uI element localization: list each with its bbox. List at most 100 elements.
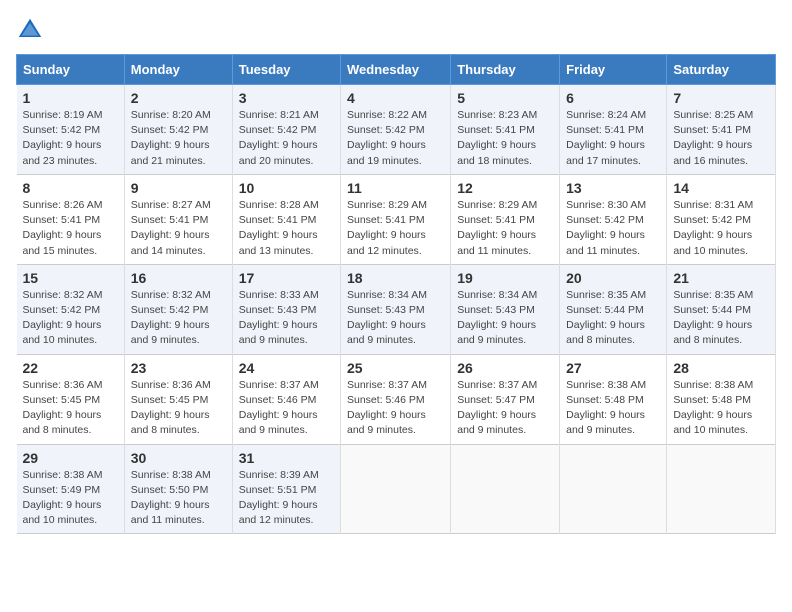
calendar-cell: 31 Sunrise: 8:39 AM Sunset: 5:51 PM Dayli…: [232, 444, 340, 534]
day-info: Sunrise: 8:34 AM Sunset: 5:43 PM Dayligh…: [347, 288, 444, 349]
day-info: Sunrise: 8:25 AM Sunset: 5:41 PM Dayligh…: [673, 108, 769, 169]
day-info: Sunrise: 8:36 AM Sunset: 5:45 PM Dayligh…: [131, 378, 226, 439]
day-number: 15: [23, 270, 118, 286]
day-info: Sunrise: 8:38 AM Sunset: 5:48 PM Dayligh…: [673, 378, 769, 439]
day-number: 6: [566, 90, 660, 106]
calendar-cell: 13 Sunrise: 8:30 AM Sunset: 5:42 PM Dayli…: [560, 174, 667, 264]
calendar-cell: 29 Sunrise: 8:38 AM Sunset: 5:49 PM Dayli…: [17, 444, 125, 534]
day-number: 7: [673, 90, 769, 106]
day-number: 4: [347, 90, 444, 106]
day-info: Sunrise: 8:38 AM Sunset: 5:48 PM Dayligh…: [566, 378, 660, 439]
calendar-week-row: 8Sunrise: 8:26 AM Sunset: 5:41 PM Daylig…: [17, 174, 776, 264]
calendar-cell: 10Sunrise: 8:28 AM Sunset: 5:41 PM Dayli…: [232, 174, 340, 264]
day-info: Sunrise: 8:24 AM Sunset: 5:41 PM Dayligh…: [566, 108, 660, 169]
day-number: 19: [457, 270, 553, 286]
calendar-cell: 9 Sunrise: 8:27 AM Sunset: 5:41 PM Daylig…: [124, 174, 232, 264]
weekday-header-friday: Friday: [560, 55, 667, 85]
day-info: Sunrise: 8:36 AM Sunset: 5:45 PM Dayligh…: [23, 378, 118, 439]
day-info: Sunrise: 8:19 AM Sunset: 5:42 PM Dayligh…: [23, 108, 118, 169]
calendar-cell: 8Sunrise: 8:26 AM Sunset: 5:41 PM Daylig…: [17, 174, 125, 264]
day-number: 21: [673, 270, 769, 286]
calendar-week-row: 15 Sunrise: 8:32 AM Sunset: 5:42 PM Dayli…: [17, 264, 776, 354]
weekday-header-sunday: Sunday: [17, 55, 125, 85]
calendar-table: SundayMondayTuesdayWednesdayThursdayFrid…: [16, 54, 776, 534]
day-info: Sunrise: 8:30 AM Sunset: 5:42 PM Dayligh…: [566, 198, 660, 259]
day-info: Sunrise: 8:22 AM Sunset: 5:42 PM Dayligh…: [347, 108, 444, 169]
day-info: Sunrise: 8:23 AM Sunset: 5:41 PM Dayligh…: [457, 108, 553, 169]
day-info: Sunrise: 8:37 AM Sunset: 5:46 PM Dayligh…: [347, 378, 444, 439]
day-number: 2: [131, 90, 226, 106]
day-info: Sunrise: 8:27 AM Sunset: 5:41 PM Dayligh…: [131, 198, 226, 259]
calendar-cell: 24 Sunrise: 8:37 AM Sunset: 5:46 PM Dayli…: [232, 354, 340, 444]
day-info: Sunrise: 8:38 AM Sunset: 5:49 PM Dayligh…: [23, 468, 118, 529]
calendar-cell: 23 Sunrise: 8:36 AM Sunset: 5:45 PM Dayli…: [124, 354, 232, 444]
day-info: Sunrise: 8:38 AM Sunset: 5:50 PM Dayligh…: [131, 468, 226, 529]
calendar-cell: [667, 444, 776, 534]
calendar-week-row: 1 Sunrise: 8:19 AM Sunset: 5:42 PM Daylig…: [17, 85, 776, 175]
day-number: 1: [23, 90, 118, 106]
calendar-cell: 5Sunrise: 8:23 AM Sunset: 5:41 PM Daylig…: [451, 85, 560, 175]
calendar-cell: 18 Sunrise: 8:34 AM Sunset: 5:43 PM Dayli…: [341, 264, 451, 354]
logo-icon: [16, 16, 44, 44]
day-number: 30: [131, 450, 226, 466]
day-number: 28: [673, 360, 769, 376]
calendar-cell: 22Sunrise: 8:36 AM Sunset: 5:45 PM Dayli…: [17, 354, 125, 444]
day-info: Sunrise: 8:21 AM Sunset: 5:42 PM Dayligh…: [239, 108, 334, 169]
calendar-cell: 12 Sunrise: 8:29 AM Sunset: 5:41 PM Dayli…: [451, 174, 560, 264]
day-info: Sunrise: 8:37 AM Sunset: 5:47 PM Dayligh…: [457, 378, 553, 439]
day-number: 20: [566, 270, 660, 286]
day-info: Sunrise: 8:29 AM Sunset: 5:41 PM Dayligh…: [457, 198, 553, 259]
calendar-cell: 15 Sunrise: 8:32 AM Sunset: 5:42 PM Dayli…: [17, 264, 125, 354]
day-number: 16: [131, 270, 226, 286]
day-number: 3: [239, 90, 334, 106]
day-info: Sunrise: 8:39 AM Sunset: 5:51 PM Dayligh…: [239, 468, 334, 529]
calendar-cell: 19 Sunrise: 8:34 AM Sunset: 5:43 PM Dayli…: [451, 264, 560, 354]
calendar-cell: 30 Sunrise: 8:38 AM Sunset: 5:50 PM Dayli…: [124, 444, 232, 534]
weekday-header-wednesday: Wednesday: [341, 55, 451, 85]
day-number: 27: [566, 360, 660, 376]
calendar-cell: 2 Sunrise: 8:20 AM Sunset: 5:42 PM Daylig…: [124, 85, 232, 175]
weekday-header-tuesday: Tuesday: [232, 55, 340, 85]
day-number: 23: [131, 360, 226, 376]
calendar-cell: 1 Sunrise: 8:19 AM Sunset: 5:42 PM Daylig…: [17, 85, 125, 175]
day-info: Sunrise: 8:33 AM Sunset: 5:43 PM Dayligh…: [239, 288, 334, 349]
day-info: Sunrise: 8:29 AM Sunset: 5:41 PM Dayligh…: [347, 198, 444, 259]
day-info: Sunrise: 8:37 AM Sunset: 5:46 PM Dayligh…: [239, 378, 334, 439]
day-info: Sunrise: 8:32 AM Sunset: 5:42 PM Dayligh…: [23, 288, 118, 349]
day-info: Sunrise: 8:28 AM Sunset: 5:41 PM Dayligh…: [239, 198, 334, 259]
calendar-cell: 25 Sunrise: 8:37 AM Sunset: 5:46 PM Dayli…: [341, 354, 451, 444]
day-number: 13: [566, 180, 660, 196]
day-number: 25: [347, 360, 444, 376]
day-number: 29: [23, 450, 118, 466]
calendar-cell: 11 Sunrise: 8:29 AM Sunset: 5:41 PM Dayli…: [341, 174, 451, 264]
day-info: Sunrise: 8:26 AM Sunset: 5:41 PM Dayligh…: [23, 198, 118, 259]
calendar-cell: 14 Sunrise: 8:31 AM Sunset: 5:42 PM Dayli…: [667, 174, 776, 264]
day-number: 12: [457, 180, 553, 196]
day-info: Sunrise: 8:34 AM Sunset: 5:43 PM Dayligh…: [457, 288, 553, 349]
day-number: 9: [131, 180, 226, 196]
day-number: 31: [239, 450, 334, 466]
calendar-cell: [341, 444, 451, 534]
calendar-cell: 6 Sunrise: 8:24 AM Sunset: 5:41 PM Daylig…: [560, 85, 667, 175]
calendar-cell: 26 Sunrise: 8:37 AM Sunset: 5:47 PM Dayli…: [451, 354, 560, 444]
day-number: 24: [239, 360, 334, 376]
calendar-cell: 16Sunrise: 8:32 AM Sunset: 5:42 PM Dayli…: [124, 264, 232, 354]
day-info: Sunrise: 8:35 AM Sunset: 5:44 PM Dayligh…: [673, 288, 769, 349]
day-number: 26: [457, 360, 553, 376]
day-number: 14: [673, 180, 769, 196]
calendar-cell: [560, 444, 667, 534]
calendar-cell: 21 Sunrise: 8:35 AM Sunset: 5:44 PM Dayli…: [667, 264, 776, 354]
weekday-header-monday: Monday: [124, 55, 232, 85]
calendar-week-row: 29 Sunrise: 8:38 AM Sunset: 5:49 PM Dayli…: [17, 444, 776, 534]
day-number: 18: [347, 270, 444, 286]
day-info: Sunrise: 8:31 AM Sunset: 5:42 PM Dayligh…: [673, 198, 769, 259]
calendar-cell: [451, 444, 560, 534]
day-number: 11: [347, 180, 444, 196]
calendar-cell: 27 Sunrise: 8:38 AM Sunset: 5:48 PM Dayli…: [560, 354, 667, 444]
calendar-cell: 3 Sunrise: 8:21 AM Sunset: 5:42 PM Daylig…: [232, 85, 340, 175]
calendar-cell: 20Sunrise: 8:35 AM Sunset: 5:44 PM Dayli…: [560, 264, 667, 354]
calendar-week-row: 22Sunrise: 8:36 AM Sunset: 5:45 PM Dayli…: [17, 354, 776, 444]
weekday-header-thursday: Thursday: [451, 55, 560, 85]
day-info: Sunrise: 8:20 AM Sunset: 5:42 PM Dayligh…: [131, 108, 226, 169]
calendar-cell: 17Sunrise: 8:33 AM Sunset: 5:43 PM Dayli…: [232, 264, 340, 354]
